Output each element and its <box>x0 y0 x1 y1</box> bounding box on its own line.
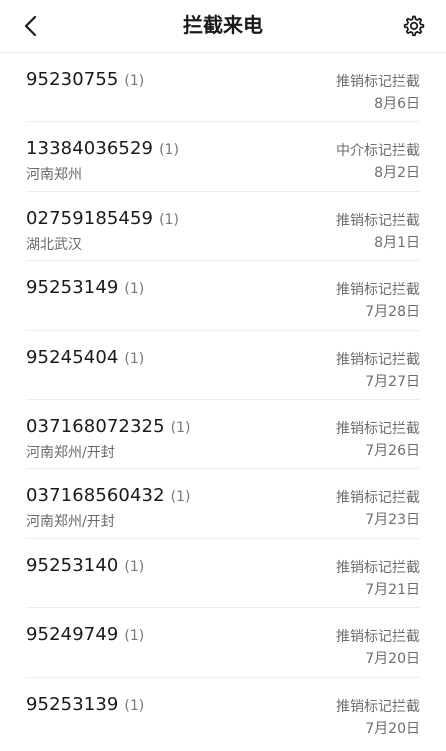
call-date: 8月1日 <box>374 234 420 251</box>
caller-location: 湖北武汉 <box>26 236 82 253</box>
phone-number: 13384036529 <box>26 138 154 160</box>
call-row[interactable]: 95249749 (1) 推销标记拦截 7月20日 <box>26 608 420 678</box>
call-date: 7月27日 <box>365 373 420 390</box>
call-date: 7月26日 <box>365 442 420 459</box>
phone-number: 037168072325 <box>26 415 165 437</box>
call-row[interactable]: 95245404 (1) 推销标记拦截 7月27日 <box>26 331 420 400</box>
phone-number: 95230755 <box>26 69 119 90</box>
block-reason: 中介标记拦截 <box>336 143 420 160</box>
top-bar: 拦截来电 <box>0 0 446 53</box>
caller-location: 河南郑州 <box>26 167 82 184</box>
page-title: 拦截来电 <box>183 13 263 37</box>
block-reason: 推销标记拦截 <box>336 282 420 299</box>
call-date: 7月20日 <box>365 720 420 737</box>
block-reason: 推销标记拦截 <box>336 490 420 507</box>
caller-location: 河南郑州/开封 <box>26 514 115 531</box>
phone-number: 95249749 <box>26 624 119 646</box>
gear-icon <box>403 15 425 37</box>
call-count: (1) <box>124 73 145 89</box>
chevron-left-icon <box>24 15 37 37</box>
phone-number: 95253139 <box>26 693 119 715</box>
block-reason: 推销标记拦截 <box>336 698 420 715</box>
call-count: (1) <box>159 211 179 228</box>
call-date: 7月21日 <box>365 581 420 598</box>
call-count: (1) <box>124 697 145 714</box>
call-row[interactable]: 02759185459 (1) 湖北武汉 推销标记拦截 8月1日 <box>26 192 420 262</box>
settings-button[interactable] <box>396 8 432 44</box>
block-reason: 推销标记拦截 <box>336 559 420 576</box>
call-count: (1) <box>159 142 179 159</box>
call-date: 8月2日 <box>374 165 420 182</box>
block-reason: 推销标记拦截 <box>336 74 420 90</box>
call-row[interactable]: 95253149 (1) 推销标记拦截 7月28日 <box>26 261 420 331</box>
call-row[interactable]: 95253139 (1) 推销标记拦截 7月20日 <box>26 678 420 747</box>
call-row[interactable]: 95253140 (1) 推销标记拦截 7月21日 <box>26 539 420 609</box>
caller-location: 河南郑州/开封 <box>26 444 115 461</box>
back-button[interactable] <box>14 8 50 44</box>
phone-number: 02759185459 <box>26 207 154 229</box>
call-date: 7月23日 <box>365 512 420 529</box>
block-reason: 推销标记拦截 <box>336 212 420 229</box>
call-date: 8月6日 <box>374 96 420 112</box>
block-reason: 推销标记拦截 <box>336 351 420 368</box>
phone-number: 95245404 <box>26 346 119 368</box>
block-reason: 推销标记拦截 <box>336 629 420 646</box>
phone-number: 037168560432 <box>26 485 165 507</box>
blocked-calls-list: 95230755 (1) 推销标记拦截 8月6日 13384036529 (1) 河… <box>0 53 446 747</box>
call-count: (1) <box>170 489 191 506</box>
call-count: (1) <box>124 350 145 367</box>
call-count: (1) <box>170 419 191 436</box>
call-count: (1) <box>124 558 145 575</box>
call-date: 7月20日 <box>365 651 420 668</box>
call-date: 7月28日 <box>365 304 420 321</box>
call-count: (1) <box>124 281 145 298</box>
phone-number: 95253140 <box>26 554 119 576</box>
call-row[interactable]: 13384036529 (1) 河南郑州 中介标记拦截 8月2日 <box>26 122 420 192</box>
call-row[interactable]: 037168560432 (1) 河南郑州/开封 推销标记拦截 7月23日 <box>26 469 420 539</box>
call-row[interactable]: 95230755 (1) 推销标记拦截 8月6日 <box>26 53 420 123</box>
call-row[interactable]: 037168072325 (1) 河南郑州/开封 推销标记拦截 7月26日 <box>26 400 420 470</box>
block-reason: 推销标记拦截 <box>336 420 420 437</box>
call-count: (1) <box>124 628 145 645</box>
phone-number: 95253149 <box>26 277 119 299</box>
